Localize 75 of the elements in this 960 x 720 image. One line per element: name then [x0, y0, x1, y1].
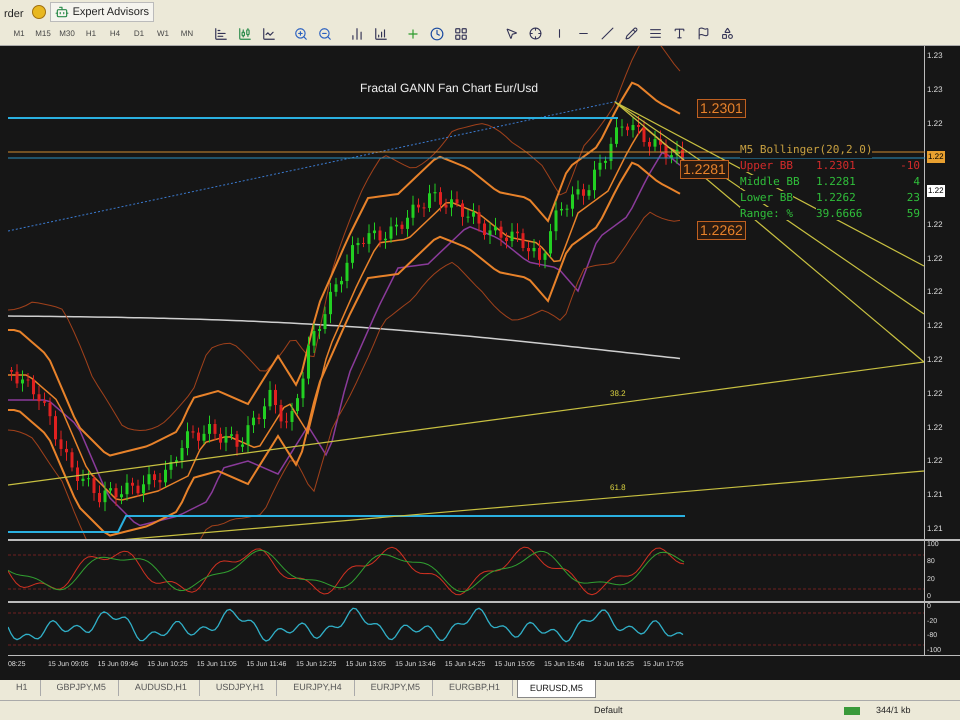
- indicator-label: Lower BB: [740, 191, 793, 204]
- indicator-value: 39.6666: [816, 207, 862, 220]
- price-label: 1.2262: [697, 221, 746, 240]
- indicator-label: Upper BB: [740, 159, 793, 172]
- cursor-icon: [504, 27, 518, 40]
- indicator-value: 1.2262: [816, 191, 856, 204]
- column-chart-icon: [374, 26, 388, 40]
- symbol-tab[interactable]: EURJPY,M5: [358, 680, 433, 696]
- price-axis-label: 1.22: [927, 286, 943, 298]
- traffic-status: 344/1 kb: [876, 704, 911, 717]
- price-axis-label: 1.22: [927, 252, 943, 265]
- price-axis-label: 1.21: [927, 522, 943, 535]
- price-axis-label: 1.22: [927, 185, 945, 198]
- price-axis-label: 1.22: [927, 218, 943, 231]
- price-axis-label: 1.22: [927, 320, 943, 332]
- price-axis-label: 1.23: [927, 84, 943, 96]
- menu-tab[interactable]: rder: [4, 6, 24, 22]
- price-axis-label: 1.22: [927, 118, 943, 130]
- timeframe-button[interactable]: MN: [176, 24, 198, 42]
- grid-icon: [454, 26, 468, 40]
- candlestick-icon: [238, 26, 252, 40]
- symbol-tab[interactable]: GBPJPY,M5: [44, 680, 119, 696]
- zoom-out-icon: [318, 26, 332, 40]
- column-chart-icon: [350, 26, 364, 40]
- expert-advisors-tab[interactable]: Expert Advisors: [50, 2, 154, 22]
- indicator-label: Range: %: [740, 207, 793, 220]
- timeframe-button[interactable]: H1: [80, 24, 102, 42]
- price-axis-label: 1.21: [927, 489, 943, 502]
- symbol-tab[interactable]: H1: [4, 680, 41, 696]
- indicator-points: 23: [906, 191, 920, 204]
- price-label: 1.2281: [680, 160, 729, 179]
- chart-title: Fractal GANN Fan Chart Eur/Usd: [360, 80, 538, 97]
- symbol-tab[interactable]: USDJPY,H1: [204, 680, 278, 696]
- lines-icon: [648, 27, 662, 40]
- price-axis-label: 1.22: [927, 354, 943, 366]
- bar-chart-icon: [214, 26, 228, 40]
- fibonacci-label: 38.2: [610, 388, 626, 400]
- indicator-points: 4: [913, 175, 920, 188]
- timeframe-button[interactable]: W1: [152, 24, 174, 42]
- indicator-value: 1.2301: [816, 159, 856, 172]
- timeframe-button[interactable]: D1: [128, 24, 150, 42]
- timeframe-button[interactable]: M1: [8, 24, 30, 42]
- shapes-icon: [720, 27, 734, 40]
- coin-icon: [32, 5, 46, 19]
- robot-icon: [54, 5, 69, 19]
- symbol-tab[interactable]: EURGBP,H1: [436, 680, 513, 696]
- price-axis-label: 1.22: [927, 151, 945, 164]
- pencil-icon: [624, 27, 638, 40]
- flag-icon: [696, 27, 710, 40]
- crosshair-icon: [528, 27, 542, 40]
- timeframe-button[interactable]: H4: [104, 24, 126, 42]
- timeframe-button[interactable]: M30: [56, 24, 78, 42]
- line-chart-icon: [262, 26, 276, 40]
- plus-icon: [406, 26, 420, 40]
- indicator-value: 1.2281: [816, 175, 856, 188]
- symbol-tab[interactable]: AUDUSD,H1: [122, 680, 200, 696]
- indicator-points: 59: [906, 207, 920, 220]
- diagonal-line-icon: [600, 27, 614, 40]
- price-axis-label: 1.22: [927, 388, 943, 400]
- zoom-in-icon: [294, 26, 308, 40]
- indicator-title: M5 Bollinger(20,2.0): [740, 142, 872, 158]
- price-axis-label: 1.23: [927, 50, 943, 62]
- symbol-tab[interactable]: EURUSD,M5: [516, 680, 596, 698]
- profile-status: Default: [594, 704, 624, 717]
- price-label: 1.2301: [697, 99, 746, 118]
- price-axis-label: 1.22: [927, 455, 943, 468]
- indicator-points: -10: [900, 159, 920, 172]
- indicator-label: Middle BB: [740, 175, 800, 188]
- timeframe-button[interactable]: M15: [32, 24, 54, 42]
- letter-icon: [672, 27, 686, 40]
- connection-icon: [844, 706, 860, 714]
- price-axis-label: 1.22: [927, 422, 943, 434]
- clock-icon: [430, 26, 444, 40]
- symbol-tab[interactable]: EURJPY,H4: [281, 680, 355, 696]
- fibonacci-label: 61.8: [610, 482, 626, 494]
